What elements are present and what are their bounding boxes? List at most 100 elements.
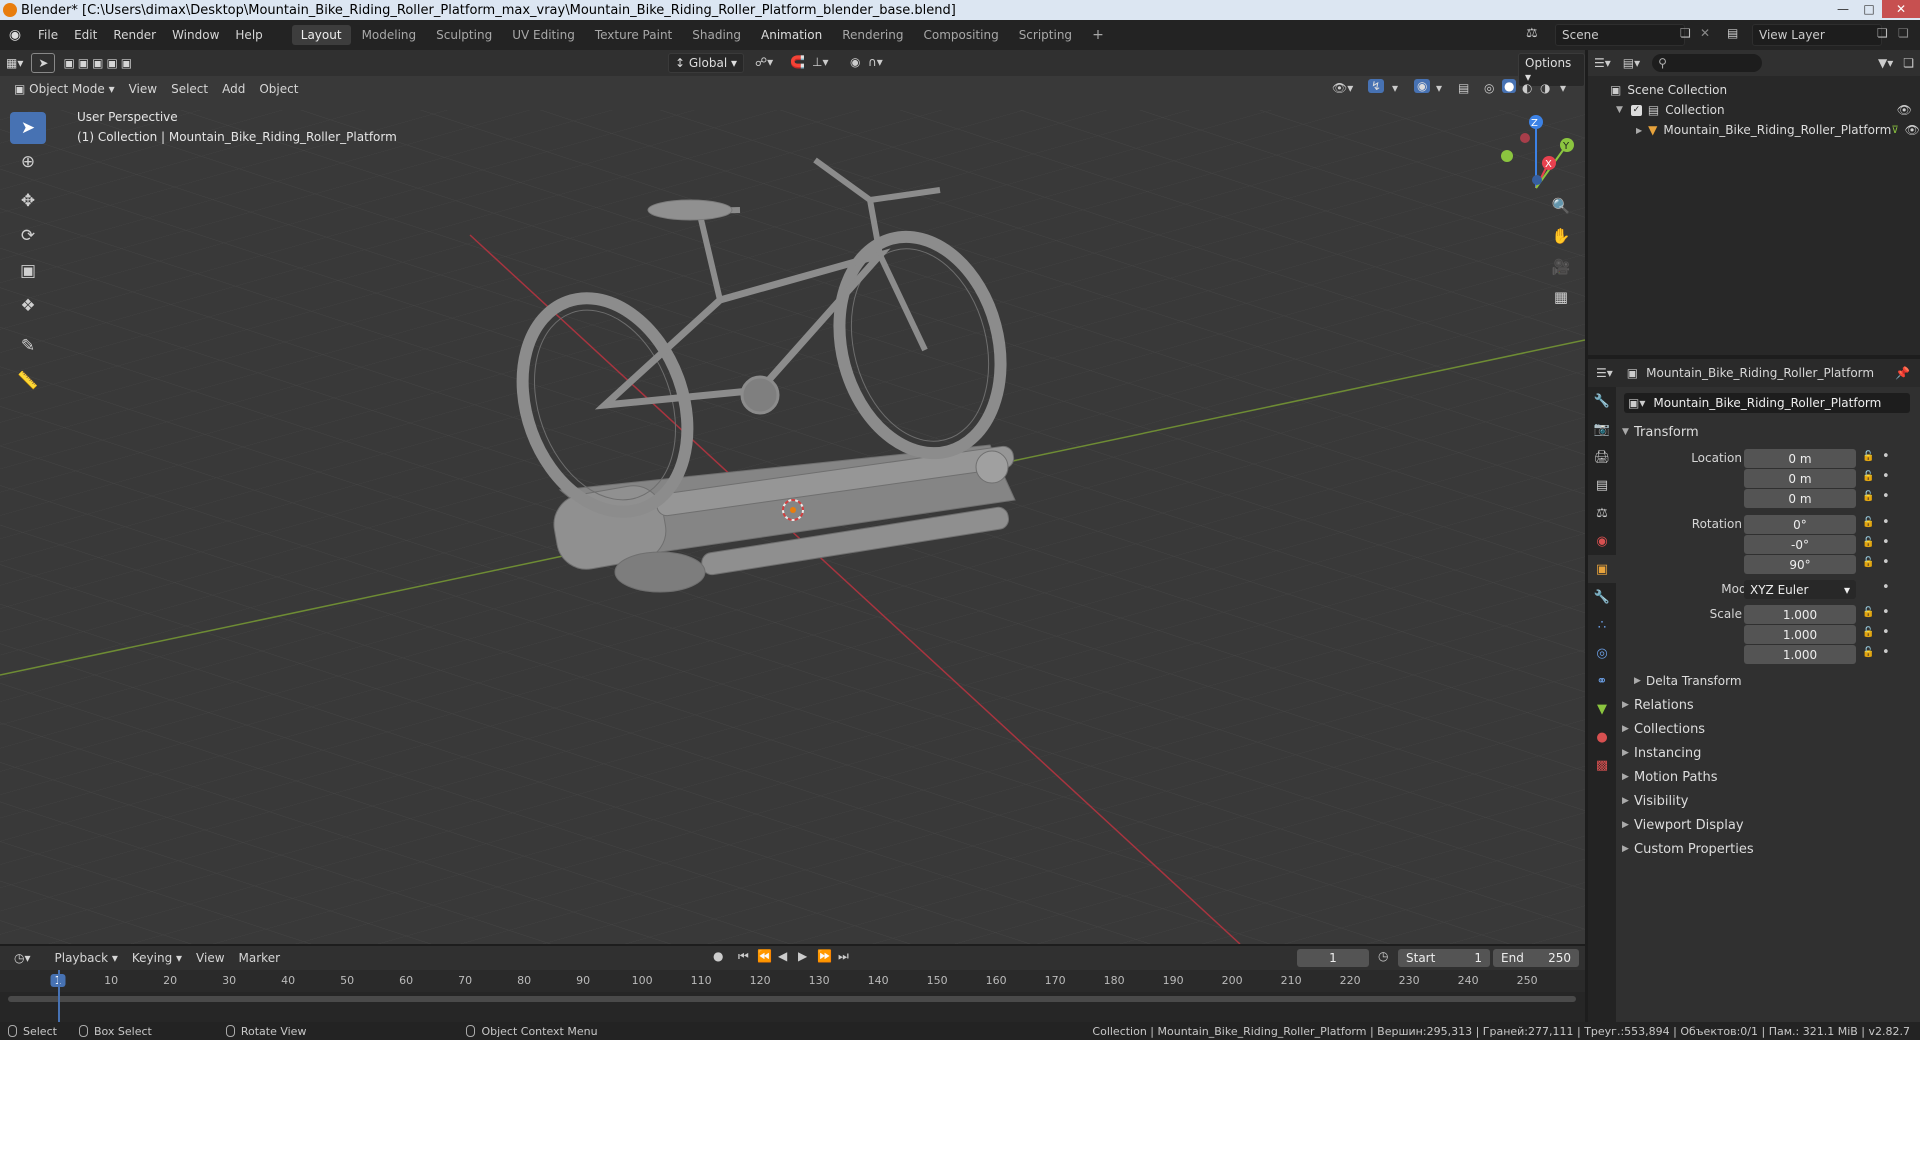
menu-render[interactable]: Render xyxy=(105,28,164,42)
tab-animation[interactable]: Animation xyxy=(752,25,831,45)
instancing-section-header[interactable]: ▶ Instancing xyxy=(1618,741,1920,765)
3d-viewport[interactable]: Z X Y ▦▾ ➤ ▣▣▣▣▣ ↕ Global ▾ ☍▾ 🧲 ⊥▾ ◉ ∩▾… xyxy=(0,50,1585,944)
motion-paths-section-header[interactable]: ▶ Motion Paths xyxy=(1618,765,1920,789)
overlays-dropdown-icon[interactable]: ▾ xyxy=(1436,81,1442,95)
select-tool-icon[interactable]: ➤ xyxy=(31,53,56,73)
output-tab-icon[interactable]: 🖨 xyxy=(1588,443,1616,471)
particles-tab-icon[interactable]: ∴ xyxy=(1588,611,1616,639)
material-tab-icon[interactable]: ● xyxy=(1588,723,1616,751)
physics-tab-icon[interactable]: ◎ xyxy=(1588,639,1616,667)
orientation-dropdown[interactable]: ↕ Global ▾ xyxy=(668,53,744,73)
transform-tool[interactable]: ❖ xyxy=(10,290,46,322)
start-frame-field[interactable]: Start 1 xyxy=(1398,949,1490,967)
timeline-menu-playback[interactable]: Playback ▾ xyxy=(49,949,124,967)
keyframe-dot-icon[interactable]: • xyxy=(1882,469,1890,484)
select-box-tool[interactable]: ➤ xyxy=(10,112,46,144)
record-button[interactable]: ● xyxy=(713,949,723,963)
timeline-menu-keying[interactable]: Keying ▾ xyxy=(126,949,188,967)
scene-selector[interactable]: Scene xyxy=(1555,24,1685,46)
solid-shading-icon[interactable]: ● xyxy=(1502,79,1517,93)
timeline-menu-view[interactable]: View xyxy=(190,949,230,967)
collections-section-header[interactable]: ▶ Collections xyxy=(1618,717,1920,741)
pin-icon[interactable]: 📌 xyxy=(1895,366,1910,380)
xray-icon[interactable]: ▤ xyxy=(1458,81,1469,95)
menu-file[interactable]: File xyxy=(30,28,66,42)
keyframe-dot-icon[interactable]: • xyxy=(1882,515,1890,530)
falloff-icon[interactable]: ∩▾ xyxy=(868,55,883,69)
timeline-editor-icon[interactable]: ◷▾ xyxy=(8,949,37,967)
rotation-x-field[interactable]: 0° xyxy=(1744,515,1856,534)
ortho-grid-icon[interactable]: ▦ xyxy=(1547,283,1575,311)
keyframe-dot-icon[interactable]: • xyxy=(1882,449,1890,464)
jump-start-button[interactable]: ⏮ xyxy=(738,949,749,964)
tool-tab-icon[interactable]: 🔧 xyxy=(1588,387,1616,415)
location-x-field[interactable]: 0 m xyxy=(1744,449,1856,468)
custom-properties-section-header[interactable]: ▶ Custom Properties xyxy=(1618,837,1920,861)
lock-icon[interactable]: 🔓 xyxy=(1862,451,1874,462)
tab-rendering[interactable]: Rendering xyxy=(833,25,912,45)
data-tab-icon[interactable]: ▼ xyxy=(1588,695,1616,723)
clock-icon[interactable]: ◷ xyxy=(1378,949,1388,963)
new-collection-icon[interactable]: ❏ xyxy=(1903,56,1914,70)
tab-modeling[interactable]: Modeling xyxy=(353,25,426,45)
timeline-track[interactable] xyxy=(0,992,1585,1022)
viewport-display-section-header[interactable]: ▶ Viewport Display xyxy=(1618,813,1920,837)
cursor-tool[interactable]: ⊕ xyxy=(10,146,46,178)
view-layer-tab-icon[interactable]: ▤ xyxy=(1588,471,1616,499)
menu-edit[interactable]: Edit xyxy=(66,28,105,42)
wireframe-shading-icon[interactable]: ◎ xyxy=(1484,81,1494,95)
scale-z-field[interactable]: 1.000 xyxy=(1744,645,1856,664)
object-name-field[interactable]: ▣▾ Mountain_Bike_Riding_Roller_Platform xyxy=(1624,393,1910,413)
scale-y-field[interactable]: 1.000 xyxy=(1744,625,1856,644)
keyframe-dot-icon[interactable]: • xyxy=(1882,645,1890,660)
menu-window[interactable]: Window xyxy=(164,28,227,42)
new-view-layer-icon[interactable]: ❏ xyxy=(1877,26,1888,40)
keyframe-dot-icon[interactable]: • xyxy=(1882,625,1890,640)
select-mode-icons[interactable]: ▣▣▣▣▣ xyxy=(57,54,141,72)
prev-keyframe-button[interactable]: ⏪ xyxy=(757,949,772,963)
location-z-field[interactable]: 0 m xyxy=(1744,489,1856,508)
render-tab-icon[interactable]: 📷 xyxy=(1588,415,1616,443)
expand-arrow-icon[interactable]: ▶ xyxy=(1636,126,1642,135)
play-button[interactable]: ▶ xyxy=(798,949,807,963)
jump-end-button[interactable]: ⏭ xyxy=(838,949,849,964)
outliner-scene-collection[interactable]: ▣ Scene Collection xyxy=(1588,80,1920,100)
lock-icon[interactable]: 🔓 xyxy=(1862,557,1874,568)
object-mode-dropdown[interactable]: ▣ Object Mode ▾ xyxy=(8,80,121,98)
visibility-section-header[interactable]: ▶ Visibility xyxy=(1618,789,1920,813)
expand-arrow-icon[interactable]: ▼ xyxy=(1616,105,1623,115)
blender-menu-icon[interactable]: ◉ xyxy=(0,27,30,43)
gizmo-dropdown-icon[interactable]: ▾ xyxy=(1392,81,1398,95)
object-eye-icon[interactable]: 👁 xyxy=(1905,123,1920,137)
rotation-mode-dropdown[interactable]: XYZ Euler ▾ xyxy=(1744,580,1856,599)
tab-uv-editing[interactable]: UV Editing xyxy=(503,25,584,45)
tab-compositing[interactable]: Compositing xyxy=(914,25,1007,45)
lock-icon[interactable]: 🔓 xyxy=(1862,491,1874,502)
modifier-tab-icon[interactable]: 🔧 xyxy=(1588,583,1616,611)
lock-icon[interactable]: 🔓 xyxy=(1862,647,1874,658)
tab-layout[interactable]: Layout xyxy=(291,25,351,45)
editor-type-icon[interactable]: ▦▾ xyxy=(0,54,29,72)
visibility-icon[interactable]: 👁▾ xyxy=(1332,81,1353,95)
tab-texture-paint[interactable]: Texture Paint xyxy=(586,25,681,45)
scale-x-field[interactable]: 1.000 xyxy=(1744,605,1856,624)
keyframe-dot-icon[interactable]: • xyxy=(1882,489,1890,504)
display-mode-icon[interactable]: ▤▾ xyxy=(1623,56,1640,70)
maximize-button[interactable]: □ xyxy=(1856,0,1882,18)
pan-hand-icon[interactable]: ✋ xyxy=(1547,222,1575,250)
timeline-ruler[interactable]: 1102030405060708090100110120130140150160… xyxy=(0,970,1585,992)
timeline-menu-marker[interactable]: Marker xyxy=(233,949,286,967)
collection-checkbox[interactable]: ✓ xyxy=(1630,104,1642,116)
overlays-icon[interactable]: ◉ xyxy=(1414,79,1431,93)
viewport-menu-view[interactable]: View xyxy=(123,80,163,98)
timeline-scrollbar[interactable] xyxy=(8,996,1576,1002)
rotation-z-field[interactable]: 90° xyxy=(1744,555,1856,574)
next-keyframe-button[interactable]: ⏩ xyxy=(817,949,832,963)
zoom-icon[interactable]: 🔍 xyxy=(1547,192,1575,220)
tab-shading[interactable]: Shading xyxy=(683,25,750,45)
keyframe-dot-icon[interactable]: • xyxy=(1882,535,1890,550)
view-layer-selector[interactable]: View Layer xyxy=(1752,24,1882,46)
lock-icon[interactable]: 🔓 xyxy=(1862,517,1874,528)
close-button[interactable]: ✕ xyxy=(1882,0,1920,18)
delete-view-layer-icon[interactable]: ❏ xyxy=(1898,26,1909,40)
